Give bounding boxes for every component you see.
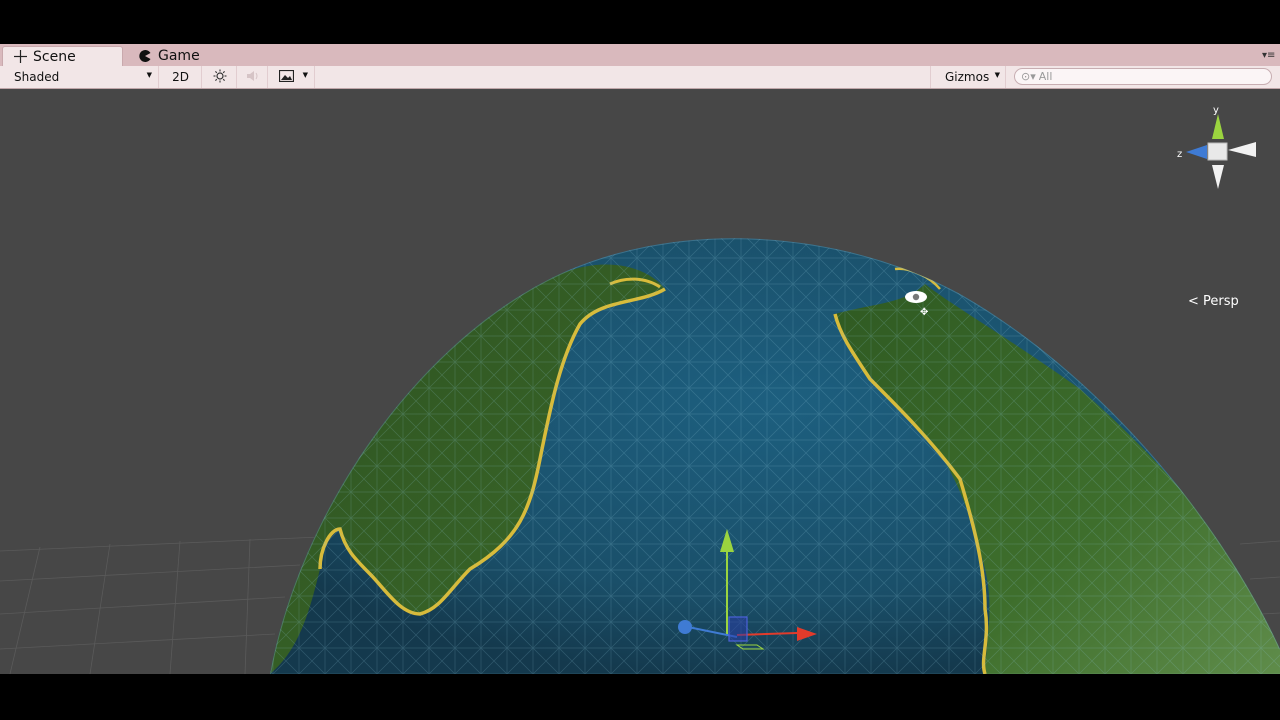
speaker-icon [246, 70, 260, 85]
scene-toolbar: Shaded ▼ 2D ▼ Gizmos ▼ ⊙▾ All [0, 66, 1280, 89]
axis-z-label: z [1177, 149, 1182, 160]
axis-y-label: y [1213, 105, 1219, 116]
gizmos-dropdown[interactable]: Gizmos ▼ [930, 66, 1006, 88]
scene-audio-toggle[interactable] [238, 66, 268, 88]
search-input[interactable] [1038, 70, 1259, 83]
scene-orientation-gizmo[interactable]: y z [1177, 105, 1256, 189]
scene-search-field[interactable]: ⊙▾ [1014, 68, 1272, 85]
back-arrow-icon: < [1188, 294, 1199, 309]
editor-tab-strip: Scene Game ▾≡ [0, 44, 1280, 67]
tab-options-menu-icon[interactable]: ▾≡ [1262, 50, 1275, 62]
game-pacman-icon [138, 49, 152, 63]
tab-game[interactable]: Game [128, 46, 228, 66]
scene-crosshair-icon [13, 50, 27, 64]
toggle-2d-button[interactable]: 2D [160, 66, 202, 88]
scene-lighting-toggle[interactable] [203, 66, 237, 88]
projection-label: Persp [1203, 294, 1239, 309]
chevron-down-icon: ▼ [302, 71, 308, 79]
toggle-2d-label: 2D [172, 70, 189, 84]
sun-icon [213, 69, 227, 86]
scene-render: ✥ y z [0, 105, 1280, 674]
scene-effects-dropdown[interactable]: ▼ [269, 66, 315, 88]
projection-toggle[interactable]: < Persp [1188, 294, 1239, 309]
tab-scene-label: Scene [33, 48, 76, 65]
scene-viewport[interactable]: ✥ y z < Persp [0, 89, 1280, 674]
gizmos-label: Gizmos [945, 70, 990, 84]
search-filter-icon[interactable]: ⊙▾ [1021, 70, 1036, 83]
svg-text:✥: ✥ [920, 307, 928, 318]
image-icon [278, 69, 295, 85]
shading-mode-dropdown[interactable]: Shaded ▼ [0, 66, 159, 88]
tab-game-label: Game [158, 48, 200, 64]
chevron-down-icon: ▼ [146, 71, 152, 79]
shading-mode-value: Shaded [14, 70, 60, 84]
editor-frame: Scene Game ▾≡ Shaded ▼ 2D ▼ Gizmos ▼ ⊙▾ … [0, 0, 1280, 720]
chevron-down-icon: ▼ [994, 71, 1000, 79]
planet-sphere[interactable] [260, 219, 1280, 674]
tab-scene[interactable]: Scene [2, 46, 123, 66]
